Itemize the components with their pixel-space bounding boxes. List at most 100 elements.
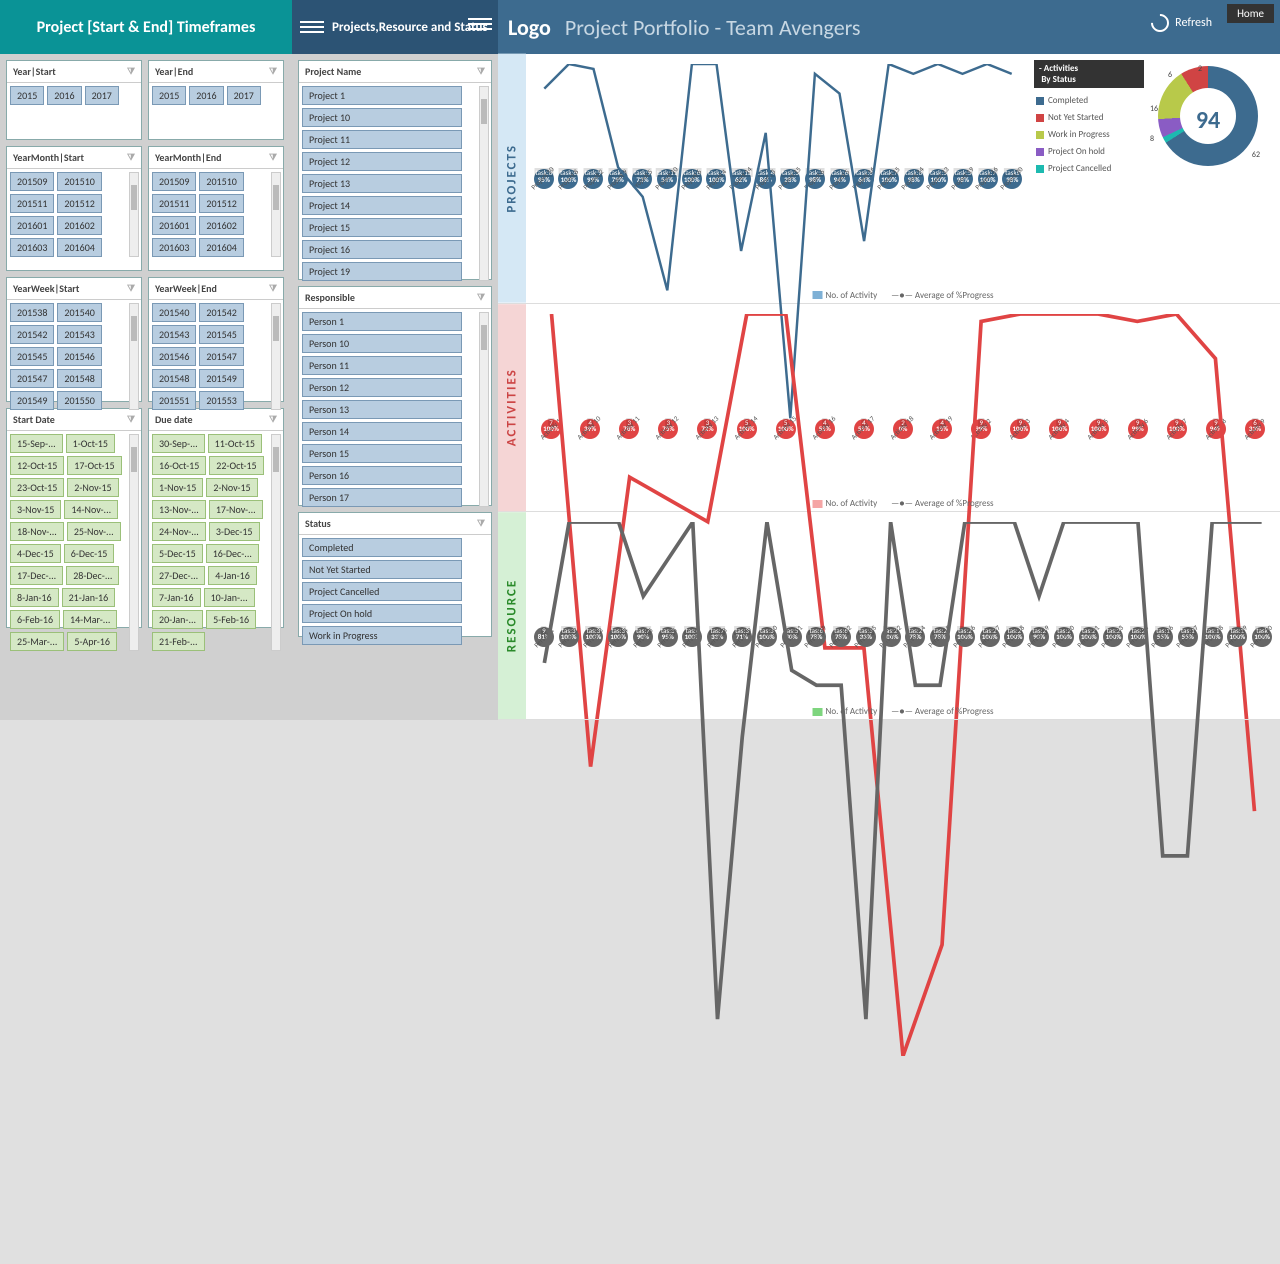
- filter-icon[interactable]: ⧩: [269, 414, 277, 425]
- slicer-item[interactable]: Project 10: [302, 108, 462, 127]
- filter-icon[interactable]: ⧩: [477, 518, 485, 529]
- slicer-item[interactable]: 8-Jan-16: [10, 588, 59, 607]
- slicer-item[interactable]: 201542: [199, 303, 243, 322]
- slicer-item[interactable]: Project 14: [302, 196, 462, 215]
- slicer-item[interactable]: 201550: [57, 391, 101, 410]
- slicer-item[interactable]: 16-Dec-...: [206, 544, 259, 563]
- slicer-item[interactable]: Project 19: [302, 262, 462, 281]
- menu-icon-2[interactable]: [468, 18, 492, 30]
- slicer-item[interactable]: 201601: [10, 216, 54, 235]
- slicer-item[interactable]: 25-Mar-...: [10, 632, 64, 651]
- scrollbar[interactable]: [271, 303, 281, 410]
- scrollbar[interactable]: [271, 172, 281, 257]
- slicer-item[interactable]: 6-Dec-15: [64, 544, 115, 563]
- slicer-item[interactable]: 13-Nov-...: [152, 500, 206, 519]
- slicer-item[interactable]: 2-Nov-15: [206, 478, 257, 497]
- slicer-item[interactable]: 25-Nov-...: [67, 522, 121, 541]
- slicer-item[interactable]: 201511: [10, 194, 54, 213]
- slicer-item[interactable]: 201540: [152, 303, 196, 322]
- scrollbar[interactable]: [129, 303, 139, 410]
- slicer-item[interactable]: 201602: [199, 216, 243, 235]
- slicer-item[interactable]: Person 10: [302, 334, 462, 353]
- slicer-item[interactable]: 7-Jan-16: [152, 588, 201, 607]
- slicer-item[interactable]: 17-Dec-...: [10, 566, 63, 585]
- slicer-item[interactable]: Work in Progress: [302, 626, 462, 645]
- scrollbar[interactable]: [479, 86, 489, 281]
- slicer-item[interactable]: 201538: [10, 303, 54, 322]
- slicer-item[interactable]: 14-Mar-...: [63, 610, 117, 629]
- slicer-item[interactable]: Person 12: [302, 378, 462, 397]
- slicer-item[interactable]: Project 12: [302, 152, 462, 171]
- scrollbar[interactable]: [129, 172, 139, 257]
- slicer-item[interactable]: Completed: [302, 538, 462, 557]
- slicer-item[interactable]: 23-Oct-15: [10, 478, 64, 497]
- slicer-item[interactable]: 201511: [152, 194, 196, 213]
- scrollbar[interactable]: [479, 312, 489, 507]
- slicer-item[interactable]: Person 16: [302, 466, 462, 485]
- filter-icon[interactable]: ⧩: [269, 66, 277, 77]
- slicer-item[interactable]: 5-Feb-16: [206, 610, 256, 629]
- slicer-item[interactable]: 201543: [57, 325, 101, 344]
- slicer-item[interactable]: 3-Nov-15: [10, 500, 61, 519]
- slicer-item[interactable]: Project 1: [302, 86, 462, 105]
- slicer-item[interactable]: 2016: [189, 86, 223, 105]
- slicer-item[interactable]: Person 1: [302, 312, 462, 331]
- slicer-item[interactable]: 201512: [57, 194, 101, 213]
- filter-icon[interactable]: ⧩: [269, 152, 277, 163]
- slicer-item[interactable]: 201604: [199, 238, 243, 257]
- slicer-item[interactable]: 201553: [199, 391, 243, 410]
- slicer-item[interactable]: Project 16: [302, 240, 462, 259]
- slicer-item[interactable]: 201509: [10, 172, 54, 191]
- slicer-item[interactable]: Person 14: [302, 422, 462, 441]
- slicer-item[interactable]: 5-Apr-16: [67, 632, 117, 651]
- slicer-item[interactable]: 28-Dec-...: [66, 566, 119, 585]
- filter-icon[interactable]: ⧩: [127, 283, 135, 294]
- slicer-item[interactable]: 12-Oct-15: [10, 456, 64, 475]
- slicer-item[interactable]: 201510: [199, 172, 243, 191]
- slicer-item[interactable]: 20-Jan-...: [152, 610, 203, 629]
- filter-icon[interactable]: ⧩: [269, 283, 277, 294]
- slicer-item[interactable]: 11-Oct-15: [208, 434, 262, 453]
- slicer-item[interactable]: Project 11: [302, 130, 462, 149]
- slicer-item[interactable]: 201542: [10, 325, 54, 344]
- slicer-item[interactable]: 17-Oct-15: [67, 456, 121, 475]
- filter-icon[interactable]: ⧩: [127, 152, 135, 163]
- slicer-item[interactable]: 201602: [57, 216, 101, 235]
- slicer-item[interactable]: 14-Nov-...: [64, 500, 118, 519]
- slicer-item[interactable]: 201545: [10, 347, 54, 366]
- slicer-item[interactable]: 2-Nov-15: [67, 478, 118, 497]
- slicer-item[interactable]: 201604: [57, 238, 101, 257]
- slicer-item[interactable]: 201547: [199, 347, 243, 366]
- slicer-item[interactable]: 30-Sep-...: [152, 434, 205, 453]
- slicer-item[interactable]: 201509: [152, 172, 196, 191]
- slicer-item[interactable]: 17-Nov-...: [209, 500, 263, 519]
- slicer-item[interactable]: 201551: [152, 391, 196, 410]
- filter-icon[interactable]: ⧩: [127, 414, 135, 425]
- slicer-item[interactable]: 18-Nov-...: [10, 522, 64, 541]
- slicer-item[interactable]: 201603: [10, 238, 54, 257]
- filter-icon[interactable]: ⧩: [477, 292, 485, 303]
- slicer-item[interactable]: 201547: [10, 369, 54, 388]
- slicer-item[interactable]: 5-Dec-15: [152, 544, 203, 563]
- home-button[interactable]: Home: [1227, 4, 1274, 23]
- slicer-item[interactable]: 27-Dec-...: [152, 566, 205, 585]
- slicer-item[interactable]: 2017: [85, 86, 119, 105]
- slicer-item[interactable]: 201543: [152, 325, 196, 344]
- slicer-item[interactable]: 21-Feb-...: [152, 632, 205, 651]
- slicer-item[interactable]: Not Yet Started: [302, 560, 462, 579]
- slicer-item[interactable]: Person 11: [302, 356, 462, 375]
- slicer-item[interactable]: 201601: [152, 216, 196, 235]
- slicer-item[interactable]: 201548: [152, 369, 196, 388]
- slicer-item[interactable]: 201549: [10, 391, 54, 410]
- scrollbar[interactable]: [271, 434, 281, 651]
- slicer-item[interactable]: 201548: [57, 369, 101, 388]
- slicer-item[interactable]: Person 17: [302, 488, 462, 507]
- slicer-item[interactable]: 2017: [227, 86, 261, 105]
- slicer-item[interactable]: 22-Oct-15: [209, 456, 263, 475]
- menu-icon[interactable]: [300, 21, 324, 33]
- slicer-item[interactable]: 2016: [47, 86, 81, 105]
- slicer-item[interactable]: 4-Jan-16: [208, 566, 257, 585]
- slicer-item[interactable]: 201540: [57, 303, 101, 322]
- slicer-item[interactable]: 201545: [199, 325, 243, 344]
- slicer-item[interactable]: 10-Jan-...: [204, 588, 255, 607]
